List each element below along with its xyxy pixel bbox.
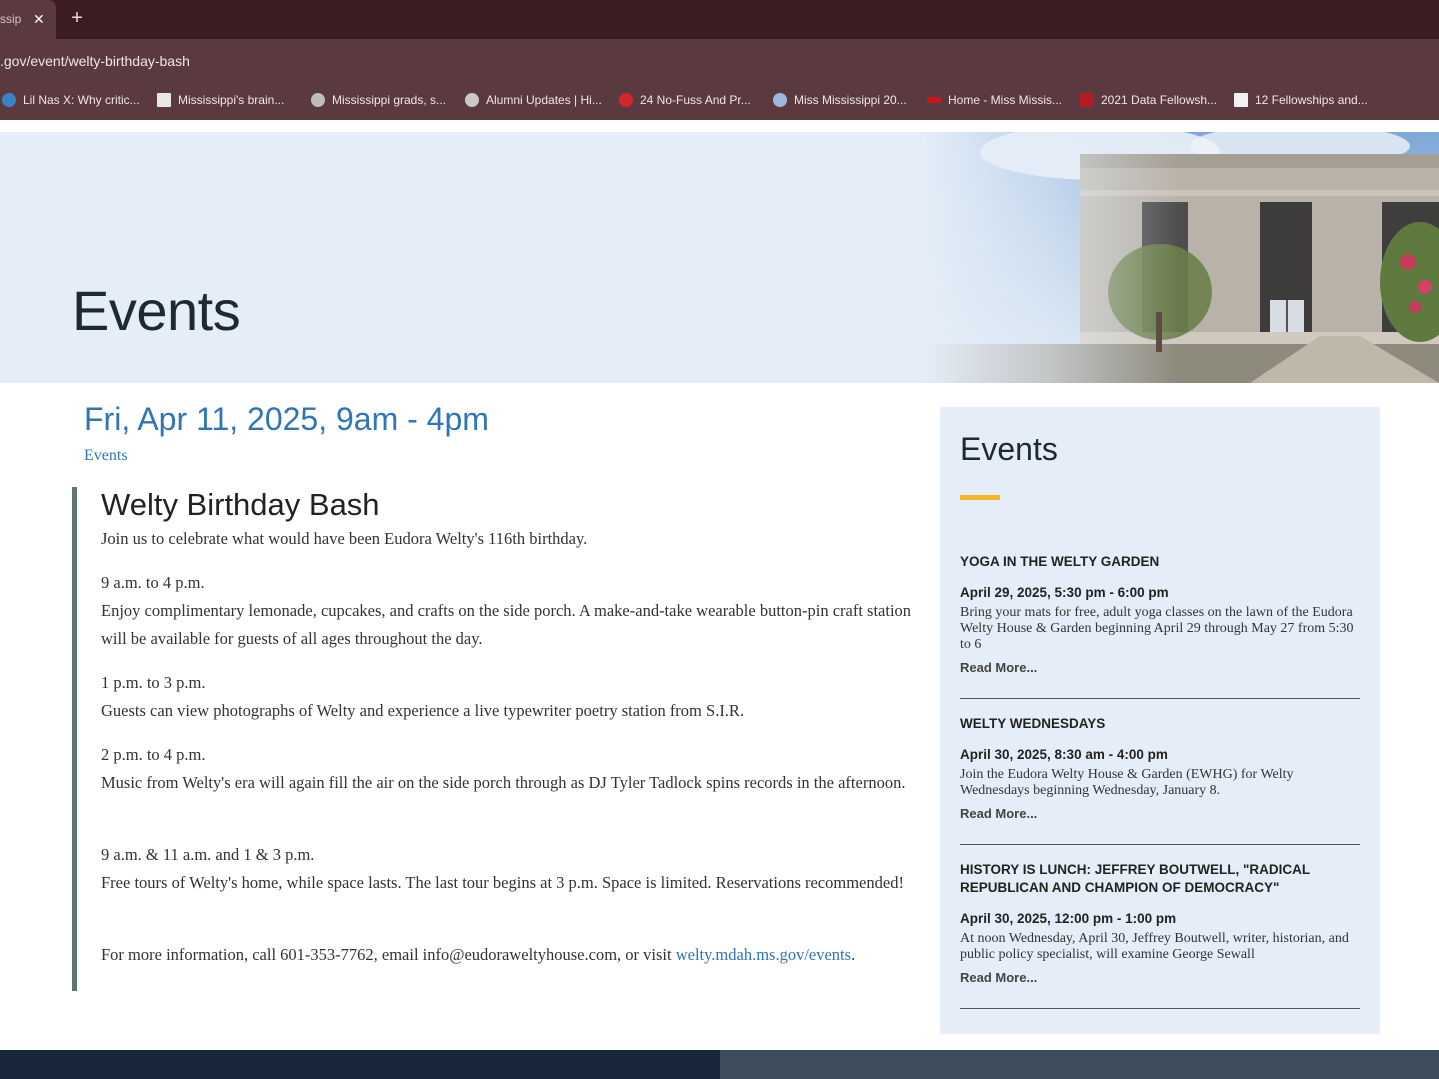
- bookmark-item[interactable]: Home - Miss Missis...: [927, 91, 1062, 109]
- title-accent-bar: [960, 495, 1000, 500]
- read-more-link[interactable]: Read More...: [960, 969, 1360, 987]
- bookmark-label: Lil Nas X: Why critic...: [23, 93, 140, 107]
- bookmark-label: Mississippi's brain...: [178, 93, 285, 107]
- sidebar-event-title[interactable]: Welty Wednesdays: [960, 715, 1360, 733]
- sidebar-event-date: April 29, 2025, 5:30 pm - 6:00 pm: [960, 585, 1169, 600]
- sidebar-event-date: April 30, 2025, 8:30 am - 4:00 pm: [960, 747, 1168, 762]
- bookmark-item[interactable]: Miss Mississippi 20...: [773, 91, 907, 109]
- section-text: Guests can view photographs of Welty and…: [101, 701, 745, 720]
- section-time: 1 p.m. to 3 p.m.: [101, 673, 206, 692]
- bookmark-label: Home - Miss Missis...: [948, 93, 1062, 107]
- bookmark-item[interactable]: Mississippi grads, s...: [311, 91, 446, 109]
- page-title: Events: [72, 279, 241, 342]
- contact-info: For more information, call 601-353-7762,…: [101, 941, 931, 969]
- bookmark-label: Alumni Updates | Hi...: [486, 93, 602, 107]
- bookmark-item[interactable]: Alumni Updates | Hi...: [465, 91, 602, 109]
- divider: [960, 698, 1360, 699]
- read-more-link[interactable]: Read More...: [960, 805, 1360, 823]
- sidebar-event-item: Yoga in the Welty Garden April 29, 2025,…: [960, 553, 1360, 677]
- sidebar-event-desc: Bring your mats for free, adult yoga cla…: [960, 605, 1354, 652]
- tab-title: ssip: [0, 12, 22, 26]
- divider: [960, 1008, 1360, 1009]
- bookmark-label: Mississippi grads, s...: [332, 93, 447, 107]
- section-text: Enjoy complimentary lemonade, cupcakes, …: [101, 601, 912, 648]
- newspaper-icon: [157, 93, 171, 107]
- bookmark-label: 12 Fellowships and...: [1255, 93, 1368, 107]
- red-banner-icon: [927, 97, 941, 103]
- events-website-link[interactable]: welty.mdah.ms.gov/events: [676, 945, 851, 964]
- contact-text: For more information, call 601-353-7762,…: [101, 945, 672, 964]
- sidebar-event-desc: At noon Wednesday, April 30, Jeffrey Bou…: [960, 931, 1349, 962]
- bookmark-item[interactable]: 12 Fellowships and...: [1234, 91, 1368, 109]
- section-time: 9 a.m. & 11 a.m. and 1 & 3 p.m.: [101, 845, 315, 864]
- event-intro: Join us to celebrate what would have bee…: [101, 529, 588, 548]
- footer-right: [720, 1050, 1439, 1079]
- read-more-link[interactable]: Read More...: [960, 659, 1360, 677]
- event-article: Welty Birthday Bash Join us to celebrate…: [72, 487, 928, 991]
- event-title: Welty Birthday Bash: [101, 487, 380, 522]
- sidebar-event-item: Welty Wednesdays April 30, 2025, 8:30 am…: [960, 715, 1360, 823]
- page-top-margin: [0, 120, 1439, 132]
- crown-icon: [773, 93, 787, 107]
- building-photo: [920, 132, 1439, 383]
- sidebar-event-title[interactable]: Yoga in the Welty Garden: [960, 553, 1360, 571]
- bookmark-label: Miss Mississippi 20...: [794, 93, 907, 107]
- events-sidebar: Events Yoga in the Welty Garden April 29…: [940, 407, 1380, 1034]
- bookmarks-bar: Lil Nas X: Why critic... Mississippi's b…: [0, 81, 1439, 120]
- category-link[interactable]: Events: [84, 447, 128, 465]
- section-text: Free tours of Welty's home, while space …: [101, 873, 904, 892]
- footer-left: [0, 1050, 720, 1079]
- contact-end: .: [851, 945, 856, 964]
- chj-icon: [1080, 93, 1094, 107]
- new-tab-button[interactable]: +: [66, 6, 88, 30]
- trending-icon: [619, 93, 633, 107]
- close-icon[interactable]: ✕: [33, 10, 45, 28]
- bookmark-item[interactable]: 24 No-Fuss And Pr...: [619, 91, 751, 109]
- pf-icon: [1234, 93, 1248, 107]
- address-bar[interactable]: .gov/event/welty-birthday-bash: [0, 39, 1439, 81]
- bookmark-label: 24 No-Fuss And Pr...: [640, 93, 751, 107]
- hero-banner: Events: [0, 132, 1439, 383]
- bookmark-item[interactable]: Mississippi's brain...: [157, 91, 284, 109]
- url-text[interactable]: .gov/event/welty-birthday-bash: [0, 53, 190, 69]
- news-site-icon: [2, 93, 16, 107]
- sidebar-event-date: April 30, 2025, 12:00 pm - 1:00 pm: [960, 911, 1177, 926]
- section-text: Music from Welty's era will again fill t…: [101, 773, 906, 792]
- event-date: Fri, Apr 11, 2025, 9am - 4pm: [84, 401, 489, 437]
- bookmark-item[interactable]: Lil Nas X: Why critic...: [2, 91, 140, 109]
- globe-icon: [311, 93, 325, 107]
- bookmark-item[interactable]: 2021 Data Fellowsh...: [1080, 91, 1217, 109]
- browser-tab[interactable]: ssip ✕: [0, 0, 56, 39]
- seal-icon: [465, 93, 479, 107]
- sidebar-title: Events: [960, 431, 1058, 467]
- sidebar-event-desc: Join the Eudora Welty House & Garden (EW…: [960, 767, 1294, 798]
- tab-strip: ssip ✕ +: [0, 0, 1439, 39]
- section-time: 2 p.m. to 4 p.m.: [101, 745, 206, 764]
- divider: [960, 844, 1360, 845]
- bookmark-label: 2021 Data Fellowsh...: [1101, 93, 1218, 107]
- sidebar-event-item: History Is Lunch: Jeffrey Boutwell, "Rad…: [960, 861, 1360, 987]
- sidebar-event-title[interactable]: History Is Lunch: Jeffrey Boutwell, "Rad…: [960, 861, 1360, 897]
- section-time: 9 a.m. to 4 p.m.: [101, 573, 205, 592]
